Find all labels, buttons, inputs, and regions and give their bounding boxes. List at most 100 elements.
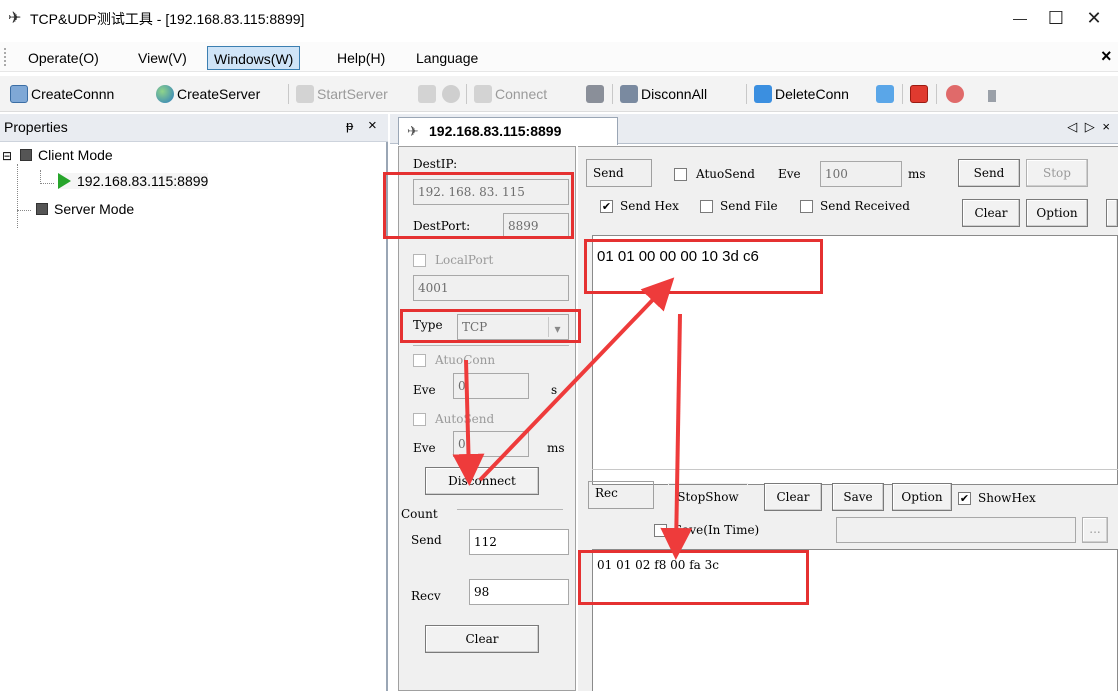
delete-conn-button[interactable]: DeleteConn [754,82,849,106]
toolbar: CreateConnn CreateServer StartServer Con… [0,76,1118,112]
client-mode-icon [20,149,32,161]
save-path-field[interactable] [836,517,1076,543]
send-hex-checkbox[interactable]: ✔ [600,199,613,213]
local-port-field[interactable]: 4001 [413,275,569,301]
minimize-button[interactable]: — [1000,4,1040,32]
disconnect-icon[interactable] [586,85,604,103]
eve-conn-field[interactable]: 0 [453,373,529,399]
recv-save-button[interactable]: Save [832,483,884,511]
dest-ip-label: DestIP: [413,157,458,171]
toolbar-separator [936,84,937,104]
power-icon[interactable] [910,85,928,103]
app-icon: ✈ [8,10,22,27]
save-in-time-checkbox[interactable] [654,523,667,537]
cancel-icon[interactable] [442,85,460,103]
create-conn-icon [10,85,28,103]
menu-close-icon[interactable]: × [1101,46,1112,67]
count-clear-button[interactable]: Clear [425,625,539,653]
stop-show-button[interactable]: StopShow [668,483,748,511]
send-received-label: Send Received [820,199,910,213]
tab-connection[interactable]: ✈ 192.168.83.115:8899 [398,117,618,145]
recv-count-field[interactable]: 98 [469,579,569,605]
recv-option-button[interactable]: Option [892,483,952,511]
tree-line [40,183,54,184]
send-clear-button[interactable]: Clear [962,199,1020,227]
document-tab-strip: ✈ 192.168.83.115:8899 ◁ ▷ × [390,114,1118,145]
disconnect-button[interactable]: Disconnect [425,467,539,495]
toolbar-overflow-icon[interactable] [988,90,996,102]
toolbar-separator [902,84,903,104]
toolbar-separator [746,84,747,104]
rec-box-label: Rec [588,481,654,509]
menu-operate[interactable]: Operate(O) [22,46,105,70]
tree-line [17,164,18,228]
send-eve-field[interactable]: 100 [820,161,902,187]
stop-button[interactable]: Stop [1026,159,1088,187]
highlight-send-content-box [584,239,823,294]
properties-header: Properties ᵽ × [0,114,388,142]
auto-send-checkbox[interactable] [413,412,426,426]
divider [413,345,569,346]
start-server-icon [296,85,314,103]
extra-button[interactable] [1106,199,1118,227]
tree-collapse-icon[interactable]: ⊟ [2,149,12,163]
menu-language[interactable]: Language [410,46,484,70]
connect-button[interactable]: Connect [474,82,547,106]
menu-view[interactable]: View(V) [132,46,193,70]
create-conn-button[interactable]: CreateConnn [10,82,114,106]
recv-clear-button[interactable]: Clear [764,483,822,511]
recv-count-label: Recv [411,589,441,603]
properties-close-icon[interactable]: × [368,117,377,134]
send-button[interactable]: Send [958,159,1020,187]
exit-icon[interactable] [946,85,964,103]
ms-unit: ms [547,441,565,455]
send-ms-unit: ms [908,167,926,181]
tree-line [17,210,31,211]
atuo-send-checkbox[interactable] [674,167,687,181]
start-server-button[interactable]: StartServer [296,82,388,106]
menu-help[interactable]: Help(H) [331,46,391,70]
play-icon [58,173,71,189]
disconn-all-icon [620,85,638,103]
send-received-checkbox[interactable] [800,199,813,213]
disconn-all-button[interactable]: DisconnAll [620,82,707,106]
count-divider [457,509,563,510]
tree-line [40,170,41,184]
toolbar-separator [466,84,467,104]
send-count-field[interactable]: 112 [469,529,569,555]
atuo-conn-checkbox[interactable] [413,353,426,367]
highlight-dest-box [383,172,574,239]
local-port-checkbox[interactable] [413,253,426,267]
eve-send-label: Eve [413,441,436,455]
eve-send-field[interactable]: 0 [453,431,529,457]
pin-icon[interactable]: ᵽ [346,118,353,133]
maximize-button[interactable]: ☐ [1036,4,1076,32]
tree-client-mode[interactable]: Client Mode [20,147,113,163]
send-option-button[interactable]: Option [1026,199,1088,227]
close-button[interactable]: ✕ [1074,4,1114,32]
toolbar-separator [288,84,289,104]
save-in-time-label: Save(In Time) [674,523,760,537]
show-hex-checkbox[interactable]: ✔ [958,491,971,505]
tree-server-mode[interactable]: Server Mode [36,201,134,217]
tab-nav-controls[interactable]: ◁ ▷ × [1067,119,1112,135]
properties-title: Properties [4,119,68,135]
splitter[interactable] [592,469,1118,470]
browse-button[interactable]: ... [1082,517,1108,543]
send-file-label: Send File [720,199,778,213]
highlight-type-box [400,309,581,343]
send-box-label: Send [586,159,652,187]
toolbar-separator [612,84,613,104]
tree-connection-item[interactable]: 192.168.83.115:8899 [58,173,209,189]
send-count-label: Send [411,533,442,547]
delete-all-icon[interactable] [876,85,894,103]
highlight-recv-content-box [578,550,809,605]
menu-grip-icon [4,48,8,66]
create-server-button[interactable]: CreateServer [156,82,260,106]
show-hex-label: ShowHex [978,491,1036,505]
menu-bar: Operate(O) View(V) Windows(W) Help(H) La… [0,42,1118,72]
send-file-checkbox[interactable] [700,199,713,213]
delete-conn-icon [754,85,772,103]
menu-windows[interactable]: Windows(W) [207,46,301,70]
stop-server-icon[interactable] [418,85,436,103]
